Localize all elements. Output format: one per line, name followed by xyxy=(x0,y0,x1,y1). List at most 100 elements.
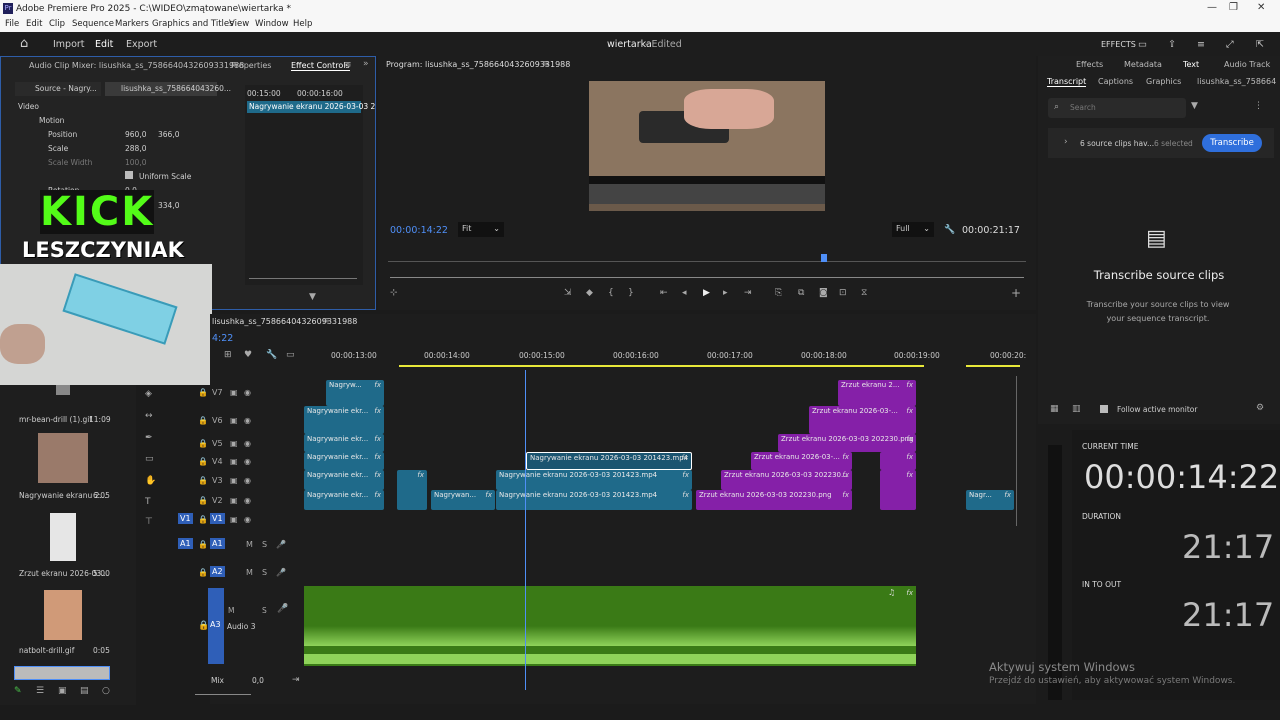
settings-wrench-icon[interactable]: 🔧 xyxy=(266,351,277,360)
freeform-icon[interactable]: ▤ xyxy=(80,687,89,696)
tab-audio-track[interactable]: Audio Track xyxy=(1224,60,1270,69)
clip-v2[interactable]: Nagrywanie ekr... fx xyxy=(304,490,384,510)
menu-file[interactable]: File xyxy=(5,19,19,29)
go-to-in-icon[interactable]: ⇤ xyxy=(660,289,668,298)
filter-icon[interactable]: ▼ xyxy=(1191,102,1198,111)
step-forward-icon[interactable]: ▸ xyxy=(723,289,728,298)
menu-markers[interactable]: Markers xyxy=(115,19,149,29)
program-ruler[interactable] xyxy=(388,256,1026,262)
play-icon[interactable]: ▶ xyxy=(703,289,710,298)
work-area-bar[interactable] xyxy=(399,365,924,367)
bin-thumbnail-selected[interactable] xyxy=(14,666,110,680)
import-tab[interactable]: Import xyxy=(53,39,85,50)
clip-png-v5[interactable]: Zrzut ekranu 2026-03-03 202230.png fx xyxy=(778,434,916,452)
motion-label[interactable]: Motion xyxy=(39,116,64,125)
export-tab[interactable]: Export xyxy=(126,39,157,50)
pencil-icon[interactable]: ✎ xyxy=(14,687,22,696)
timeline-timecode[interactable]: 4:22 xyxy=(212,333,233,344)
mark-out-icon[interactable]: } xyxy=(628,289,634,298)
mix-value[interactable]: 0,0 xyxy=(252,676,264,685)
menu-edit[interactable]: Edit xyxy=(26,19,42,29)
quality-select[interactable]: Full ⌄ xyxy=(892,222,934,237)
sliders-icon[interactable]: ⚙ xyxy=(1256,404,1264,413)
expand-icon[interactable]: ⇱ xyxy=(1256,39,1264,50)
program-menu-icon[interactable]: ≡ xyxy=(542,60,550,69)
icon-view-icon[interactable]: ▣ xyxy=(58,687,67,696)
rectangle-tool-icon[interactable]: ▭ xyxy=(145,455,154,464)
captions-track-icon[interactable]: ▭ xyxy=(286,351,295,360)
lift-icon[interactable]: ⇲ xyxy=(564,289,572,298)
timeline-ruler[interactable]: 00:00:13:00 00:00:14:00 00:00:15:00 00:0… xyxy=(304,348,1026,368)
bin-item-name[interactable]: mr-bean-drill (1).gif xyxy=(19,415,92,424)
bin-thumbnail[interactable] xyxy=(50,513,76,561)
step-back-icon[interactable]: ◂ xyxy=(682,289,687,298)
trim-icon[interactable]: ⧖ xyxy=(861,289,867,298)
edit-tab[interactable]: Edit xyxy=(95,39,113,50)
subtab-sequence[interactable]: lisushka_ss_758664 xyxy=(1197,77,1276,86)
menu-lines-icon[interactable]: ≡ xyxy=(1197,39,1205,50)
tab-text[interactable]: Text xyxy=(1183,60,1199,69)
slip-tool-icon[interactable]: ↔ xyxy=(145,412,153,421)
fullscreen-icon[interactable]: ⤢ xyxy=(1226,39,1234,50)
marker-icon[interactable]: ◆ xyxy=(586,289,593,298)
captions-icon[interactable]: ▦ xyxy=(1050,405,1059,414)
filter-icon[interactable]: ▼ xyxy=(309,293,316,302)
clip-v6[interactable]: Nagrywanie ekr... fx xyxy=(304,406,384,434)
tab-metadata[interactable]: Metadata xyxy=(1124,60,1162,69)
list-view-icon[interactable]: ☰ xyxy=(36,687,44,696)
subtab-transcript[interactable]: Transcript xyxy=(1047,77,1087,87)
source-tab[interactable]: Source - Nagry... xyxy=(15,82,101,96)
add-button-icon[interactable]: + xyxy=(1011,287,1021,299)
program-timecode[interactable]: 00:00:14:22 xyxy=(390,225,448,236)
a3-solo[interactable]: S xyxy=(262,606,267,615)
snap-icon[interactable]: ⊞ xyxy=(224,351,232,360)
graph-icon[interactable]: ▥ xyxy=(1072,405,1081,414)
minimize-icon[interactable]: — xyxy=(1207,2,1217,13)
timeline-zoom-bar[interactable] xyxy=(195,694,251,695)
insert-icon[interactable]: ⎘ xyxy=(775,289,782,298)
clip-v3-short[interactable]: fx xyxy=(397,470,427,510)
clip-v4-selected[interactable]: Nagrywanie ekranu 2026-03-03 201423.mp4 f… xyxy=(526,452,692,470)
bin-item-name[interactable]: natbolt-drill.gif xyxy=(19,646,74,655)
vertical-scrollbar[interactable] xyxy=(1016,376,1024,526)
a3-mic-icon[interactable]: 🎤 xyxy=(277,605,288,614)
razor-tool-icon[interactable]: ◈ xyxy=(145,390,152,399)
wrench-icon[interactable]: 🔧 xyxy=(944,226,955,235)
subtab-captions[interactable]: Captions xyxy=(1098,77,1133,86)
hand-tool-icon[interactable]: ✋ xyxy=(145,477,156,486)
keyframe-clip-bar[interactable]: Nagrywanie ekranu 2026-03-03 2 xyxy=(247,101,375,113)
a3-lock-icon[interactable]: 🔒 xyxy=(198,622,209,631)
clip-png-v3[interactable]: Zrzut ekranu 2026-03-03 202230... fx xyxy=(721,470,852,490)
follow-monitor-checkbox[interactable] xyxy=(1100,405,1108,413)
fit-select[interactable]: Fit ⌄ xyxy=(458,222,504,237)
menu-sequence[interactable]: Sequence xyxy=(72,19,114,29)
playhead-line[interactable] xyxy=(525,370,526,690)
close-icon[interactable]: ✕ xyxy=(1257,2,1265,13)
maximize-icon[interactable]: ❐ xyxy=(1229,2,1238,13)
position-y-value[interactable]: 366,0 xyxy=(158,130,179,139)
audio-clip-a3[interactable]: ♫ fx xyxy=(304,586,916,666)
more-options-icon[interactable]: ⋮ xyxy=(1254,102,1263,111)
clip-v5[interactable]: Nagrywanie ekr... fx xyxy=(304,434,384,452)
settings-icon[interactable]: ⊹ xyxy=(390,289,398,298)
position-x-value[interactable]: 960,0 xyxy=(125,130,146,139)
menu-clip[interactable]: Clip xyxy=(49,19,65,29)
scale-value[interactable]: 288,0 xyxy=(125,144,146,153)
type-tool-icon[interactable]: T xyxy=(145,498,151,507)
clip-png-v4[interactable]: Zrzut ekranu 2026-03-... fx xyxy=(751,452,852,470)
effects-workspace-label[interactable]: EFFECTS xyxy=(1101,40,1136,49)
sequence-menu-icon[interactable]: ≡ xyxy=(322,317,330,326)
caption-tool-icon[interactable]: ⊤ xyxy=(145,518,153,527)
subtab-graphics[interactable]: Graphics xyxy=(1146,77,1181,86)
sequence-tab-label[interactable]: lisushka_ss_7586640432609331988 xyxy=(212,317,357,326)
chevron-right-icon[interactable]: › xyxy=(1064,138,1068,147)
panel-icon[interactable]: ▭ xyxy=(1138,39,1147,50)
a3-track-selector[interactable]: A3 xyxy=(208,588,224,664)
clip-v2-end[interactable]: Nagr... fx xyxy=(966,490,1014,510)
tab-effect-controls[interactable]: Effect Controls xyxy=(291,61,350,71)
share-icon[interactable]: ⇪ xyxy=(1168,39,1176,50)
menu-window[interactable]: Window xyxy=(255,19,289,29)
menu-help[interactable]: Help xyxy=(293,19,312,29)
menu-view[interactable]: View xyxy=(229,19,249,29)
panel-menu-icon[interactable]: ≡ xyxy=(344,61,352,70)
